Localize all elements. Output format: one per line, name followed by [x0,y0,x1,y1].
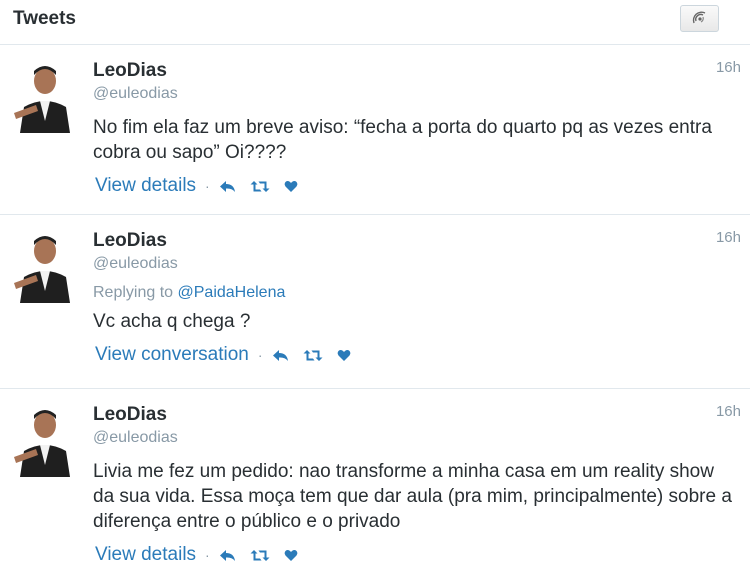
retweet-icon[interactable] [250,180,270,193]
avatar[interactable] [12,61,78,133]
tweet[interactable]: LeoDias @euleodias No fim ela faz um bre… [0,45,750,215]
view-details-link[interactable]: View details [95,544,196,566]
avatar[interactable] [12,231,78,303]
author-handle[interactable]: @euleodias [93,253,736,275]
author-name[interactable]: LeoDias [93,403,736,427]
tweet[interactable]: LeoDias @euleodias Replying to @PaidaHel… [0,215,750,389]
replying-to: Replying to @PaidaHelena [93,283,736,303]
author-handle[interactable]: @euleodias [93,427,736,449]
reply-icon[interactable] [219,180,236,193]
reply-icon[interactable] [272,349,289,362]
tweet-text: Vc acha q chega ? [93,311,251,332]
reply-to-link[interactable]: @PaidaHelena [178,284,286,301]
tweet-actions: View details · [93,173,736,199]
reply-icon[interactable] [219,549,236,562]
author-handle[interactable]: @euleodias [93,83,736,105]
view-conversation-link[interactable]: View conversation [95,344,249,366]
view-details-link[interactable]: View details [95,175,196,197]
retweet-icon[interactable] [250,549,270,562]
avatar[interactable] [12,405,78,477]
author-name[interactable]: LeoDias [93,229,736,253]
author-name[interactable]: LeoDias [93,59,736,83]
separator: · [205,547,210,563]
retweet-icon[interactable] [303,349,323,362]
tweet-text: No fim ela faz um breve aviso: “fecha a … [93,117,712,163]
timeline-header: Tweets [0,0,750,45]
separator: · [257,347,263,363]
separator: · [205,178,210,194]
tweet-actions: View conversation · [93,342,736,368]
refresh-button[interactable] [680,5,719,32]
like-icon[interactable] [337,349,351,362]
header-title: Tweets [13,8,77,29]
tweet[interactable]: LeoDias @euleodias Livia me fez um pedid… [0,389,750,580]
tweet-actions: View details · [93,542,736,568]
like-icon[interactable] [284,549,298,562]
refresh-icon [692,11,705,23]
replying-to-label: Replying to [93,284,174,301]
tweet-text: Livia me fez um pedido: nao transforme a… [93,461,732,532]
tweet-timestamp[interactable]: 16h [716,229,741,246]
like-icon[interactable] [284,180,298,193]
tweet-timestamp[interactable]: 16h [716,403,741,420]
tweet-timestamp[interactable]: 16h [716,59,741,76]
